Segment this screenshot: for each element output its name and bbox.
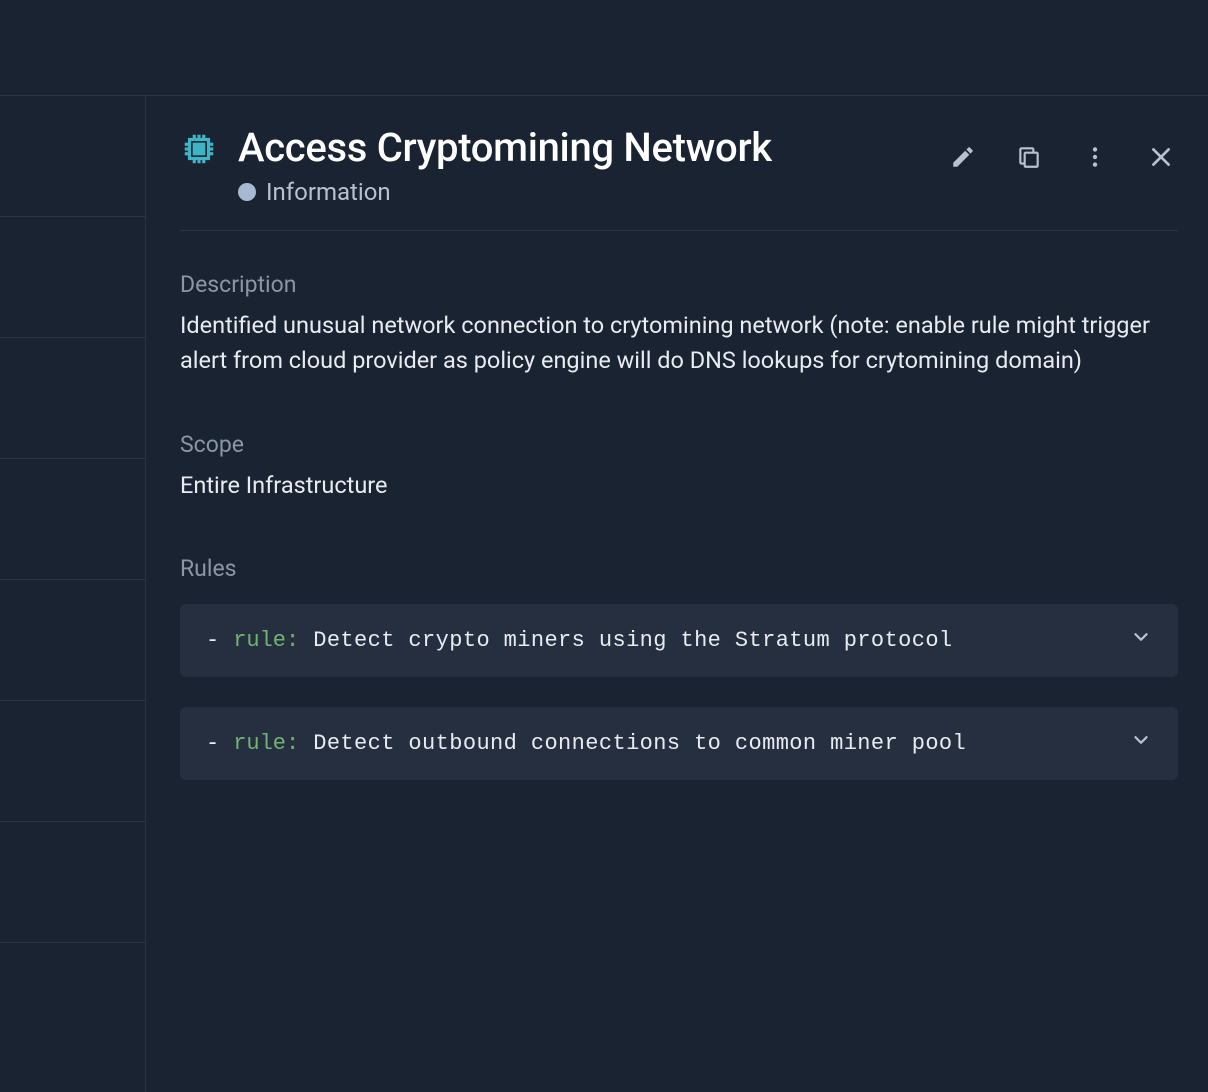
rule-row[interactable]: - rule: Detect crypto miners using the S… [180,604,1178,677]
pencil-icon [950,144,976,173]
severity-label: Information [266,178,391,206]
rule-keyword: rule: [233,628,299,653]
scope-label: Scope [180,431,1178,458]
main-panel: Access Cryptomining Network Information [146,96,1208,1092]
close-button[interactable] [1144,140,1178,177]
rule-row[interactable]: - rule: Detect outbound connections to c… [180,707,1178,780]
cpu-chip-icon [180,130,218,168]
rule-text: Detect outbound connections to common mi… [313,731,1116,756]
sidebar-item[interactable] [0,338,145,459]
rule-dash: - [206,731,219,756]
severity-row: Information [238,178,926,206]
copy-button[interactable] [1012,140,1046,177]
copy-icon [1016,144,1042,173]
header-titles: Access Cryptomining Network Information [238,124,926,206]
sidebar-item[interactable] [0,701,145,822]
layout: Access Cryptomining Network Information [0,96,1208,1092]
detail-header: Access Cryptomining Network Information [180,124,1178,231]
sidebar-item[interactable] [0,217,145,338]
rules-label: Rules [180,555,1178,582]
kebab-icon [1082,144,1108,173]
header-actions [946,140,1178,177]
chevron-down-icon [1130,626,1152,655]
more-button[interactable] [1078,140,1112,177]
edit-button[interactable] [946,140,980,177]
description-section: Description Identified unusual network c… [180,271,1178,379]
rule-text: Detect crypto miners using the Stratum p… [313,628,1116,653]
sidebar-item[interactable] [0,459,145,580]
sidebar [0,96,146,1092]
description-text: Identified unusual network connection to… [180,308,1178,379]
sidebar-item[interactable] [0,96,145,217]
scope-section: Scope Entire Infrastructure [180,431,1178,503]
rule-keyword: rule: [233,731,299,756]
rule-dash: - [206,628,219,653]
page-title: Access Cryptomining Network [238,124,926,172]
top-bar [0,0,1208,96]
close-icon [1148,144,1174,173]
sidebar-item[interactable] [0,822,145,943]
severity-dot-icon [238,183,256,201]
scope-text: Entire Infrastructure [180,468,1178,503]
rules-container: - rule: Detect crypto miners using the S… [180,604,1178,780]
rules-section: Rules - rule: Detect crypto miners using… [180,555,1178,780]
chevron-down-icon [1130,729,1152,758]
sidebar-item[interactable] [0,580,145,701]
description-label: Description [180,271,1178,298]
